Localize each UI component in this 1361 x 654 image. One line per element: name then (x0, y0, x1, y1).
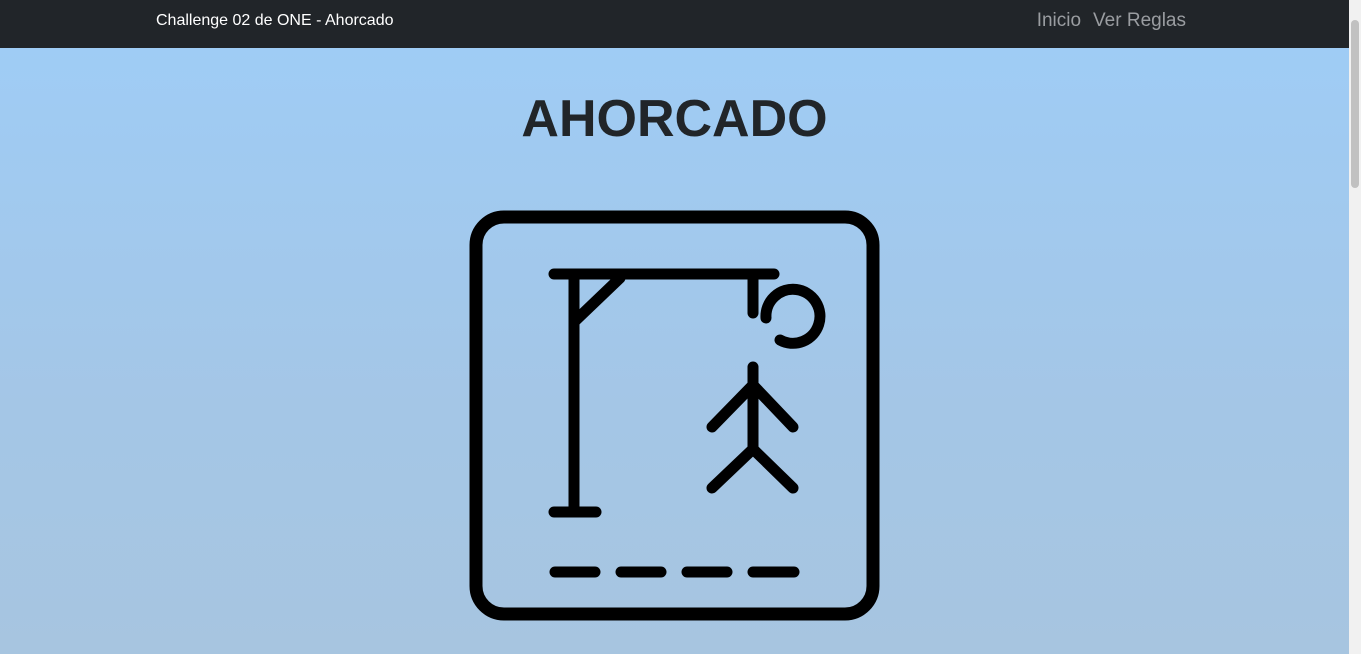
right-leg (747, 443, 799, 494)
top-navbar: Challenge 02 de ONE - Ahorcado Inicio Ve… (0, 0, 1349, 48)
nav-links: Inicio Ver Reglas (1037, 10, 1186, 32)
left-arm (706, 379, 759, 433)
navbar-brand[interactable]: Challenge 02 de ONE - Ahorcado (156, 12, 393, 30)
nav-link-ver-reglas[interactable]: Ver Reglas (1093, 10, 1186, 32)
gallows-brace (568, 272, 626, 328)
main-content: AHORCADO (0, 48, 1349, 654)
scrollbar-thumb[interactable] (1351, 20, 1359, 188)
hangman-icon (469, 210, 880, 621)
left-leg (706, 443, 759, 494)
nav-link-inicio[interactable]: Inicio (1037, 10, 1081, 32)
head (760, 283, 826, 349)
page-title: AHORCADO (521, 90, 828, 148)
vertical-scrollbar[interactable] (1349, 0, 1361, 654)
right-arm (747, 379, 799, 433)
